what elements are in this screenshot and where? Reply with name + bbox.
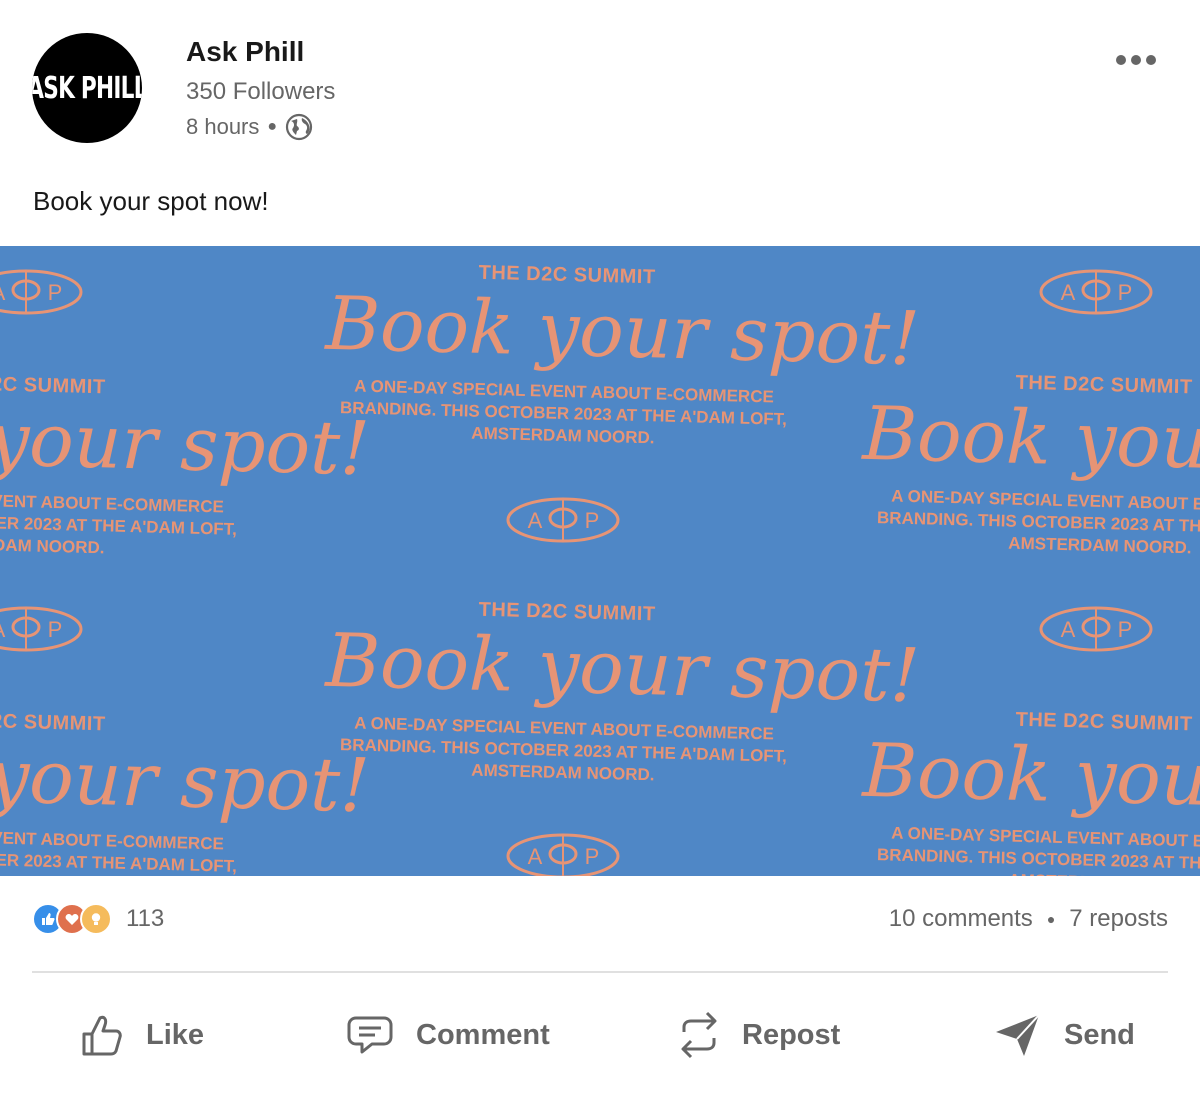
event-description: A ONE-DAY SPECIAL EVENT ABOUT E-COMMERCE…: [323, 712, 805, 791]
author-name[interactable]: Ask Phill: [186, 36, 304, 68]
globe-icon: [285, 113, 313, 141]
banner-tile: THE D2C SUMMIT Book your spot! A ONE-DAY…: [0, 705, 371, 876]
banner-headline: Book your spot!: [324, 280, 921, 383]
post-time: 8 hours: [186, 114, 260, 139]
event-description: A ONE-DAY SPECIAL EVENT ABOUT E-COMMERCE…: [323, 375, 805, 454]
banner-headline: Book your spot!: [861, 727, 1200, 830]
banner-tile: THE D2C SUMMIT Book your spot! A ONE-DAY…: [323, 595, 921, 791]
lantern-logo-icon: A P: [506, 833, 620, 876]
banner-headline: Book your spot!: [324, 617, 921, 720]
comment-button[interactable]: Comment: [346, 990, 550, 1080]
engagement-stats: 10 comments ● 7 reposts: [889, 905, 1168, 933]
banner-headline: Book your spot!: [861, 390, 1200, 493]
comment-icon: [347, 1016, 393, 1054]
logo-letter-right: P: [48, 280, 63, 305]
social-counts: 113 10 comments ● 7 reposts: [32, 900, 1168, 942]
logo-letter-left: A: [0, 617, 6, 642]
avatar-text: ASK PHILL: [32, 70, 142, 106]
post-text: Book your spot now!: [33, 186, 269, 216]
lantern-logo-icon: A P: [506, 497, 620, 543]
reposts-count[interactable]: 7 reposts: [1069, 905, 1168, 933]
thumbs-up-icon: [82, 1015, 122, 1056]
event-description: A ONE-DAY SPECIAL EVENT ABOUT E-COMMERCE…: [860, 485, 1200, 564]
logo-letter-left: A: [0, 280, 6, 305]
more-dot: [1131, 55, 1141, 65]
banner-tile: THE D2C SUMMIT Book your spot! A ONE-DAY…: [860, 705, 1200, 876]
more-dot: [1146, 55, 1156, 65]
banner-tile: THE D2C SUMMIT Book your spot! A ONE-DAY…: [860, 368, 1200, 564]
reactions-summary[interactable]: 113: [32, 903, 164, 935]
send-label: Send: [1064, 1018, 1135, 1051]
event-description: A ONE-DAY SPECIAL EVENT ABOUT E-COMMERCE…: [0, 485, 254, 564]
like-label: Like: [146, 1018, 205, 1051]
post-meta: 8 hours ●: [186, 113, 313, 141]
event-description: A ONE-DAY SPECIAL EVENT ABOUT E-COMMERCE…: [0, 822, 254, 876]
banner-headline: Book your spot!: [0, 391, 371, 493]
send-icon: [996, 1014, 1040, 1056]
logo-letter-left: A: [528, 844, 543, 869]
comments-count[interactable]: 10 comments: [889, 905, 1033, 933]
post-header: ASK PHILL Ask Phill 350 Followers 8 hour…: [0, 0, 1200, 170]
like-button[interactable]: Like: [80, 990, 204, 1080]
banner-tile: THE D2C SUMMIT Book your spot! A ONE-DAY…: [323, 258, 921, 454]
logo-letter-right: P: [585, 508, 600, 533]
stats-separator: ●: [1046, 911, 1056, 927]
logo-letter-right: P: [48, 617, 63, 642]
reaction-count: 113: [126, 905, 165, 932]
logo-letter-left: A: [528, 508, 543, 533]
action-bar: Like Comment Repost Send: [0, 990, 1200, 1080]
logo-letter-right: P: [1118, 280, 1133, 305]
banner-tile: THE D2C SUMMIT Book your spot! A ONE-DAY…: [0, 368, 371, 564]
logo-letter-left: A: [1061, 617, 1076, 642]
logo-letter-right: P: [1118, 617, 1133, 642]
logo-letter-left: A: [1061, 280, 1076, 305]
lantern-logo-icon: A P: [0, 606, 83, 652]
logo-letter-right: P: [585, 844, 600, 869]
event-description: A ONE-DAY SPECIAL EVENT ABOUT E-COMMERCE…: [860, 822, 1200, 876]
comment-label: Comment: [416, 1018, 550, 1051]
avatar[interactable]: ASK PHILL: [32, 33, 142, 143]
repost-icon: [681, 1011, 717, 1059]
send-button[interactable]: Send: [994, 990, 1135, 1080]
lantern-logo-icon: A P: [0, 269, 83, 315]
lantern-logo-icon: A P: [1039, 606, 1153, 652]
meta-separator: ●: [267, 118, 278, 135]
lantern-logo-icon: A P: [1039, 269, 1153, 315]
insightful-icon: [80, 903, 112, 935]
banner-headline: Book your spot!: [0, 728, 371, 830]
follower-count: 350 Followers: [186, 78, 336, 105]
divider: [32, 971, 1168, 973]
repost-label: Repost: [742, 1018, 841, 1051]
more-options-button[interactable]: [1116, 48, 1160, 72]
repost-button[interactable]: Repost: [678, 990, 840, 1080]
post-image[interactable]: THE D2C SUMMIT Book your spot! A ONE-DAY…: [0, 246, 1200, 876]
more-dot: [1116, 55, 1126, 65]
